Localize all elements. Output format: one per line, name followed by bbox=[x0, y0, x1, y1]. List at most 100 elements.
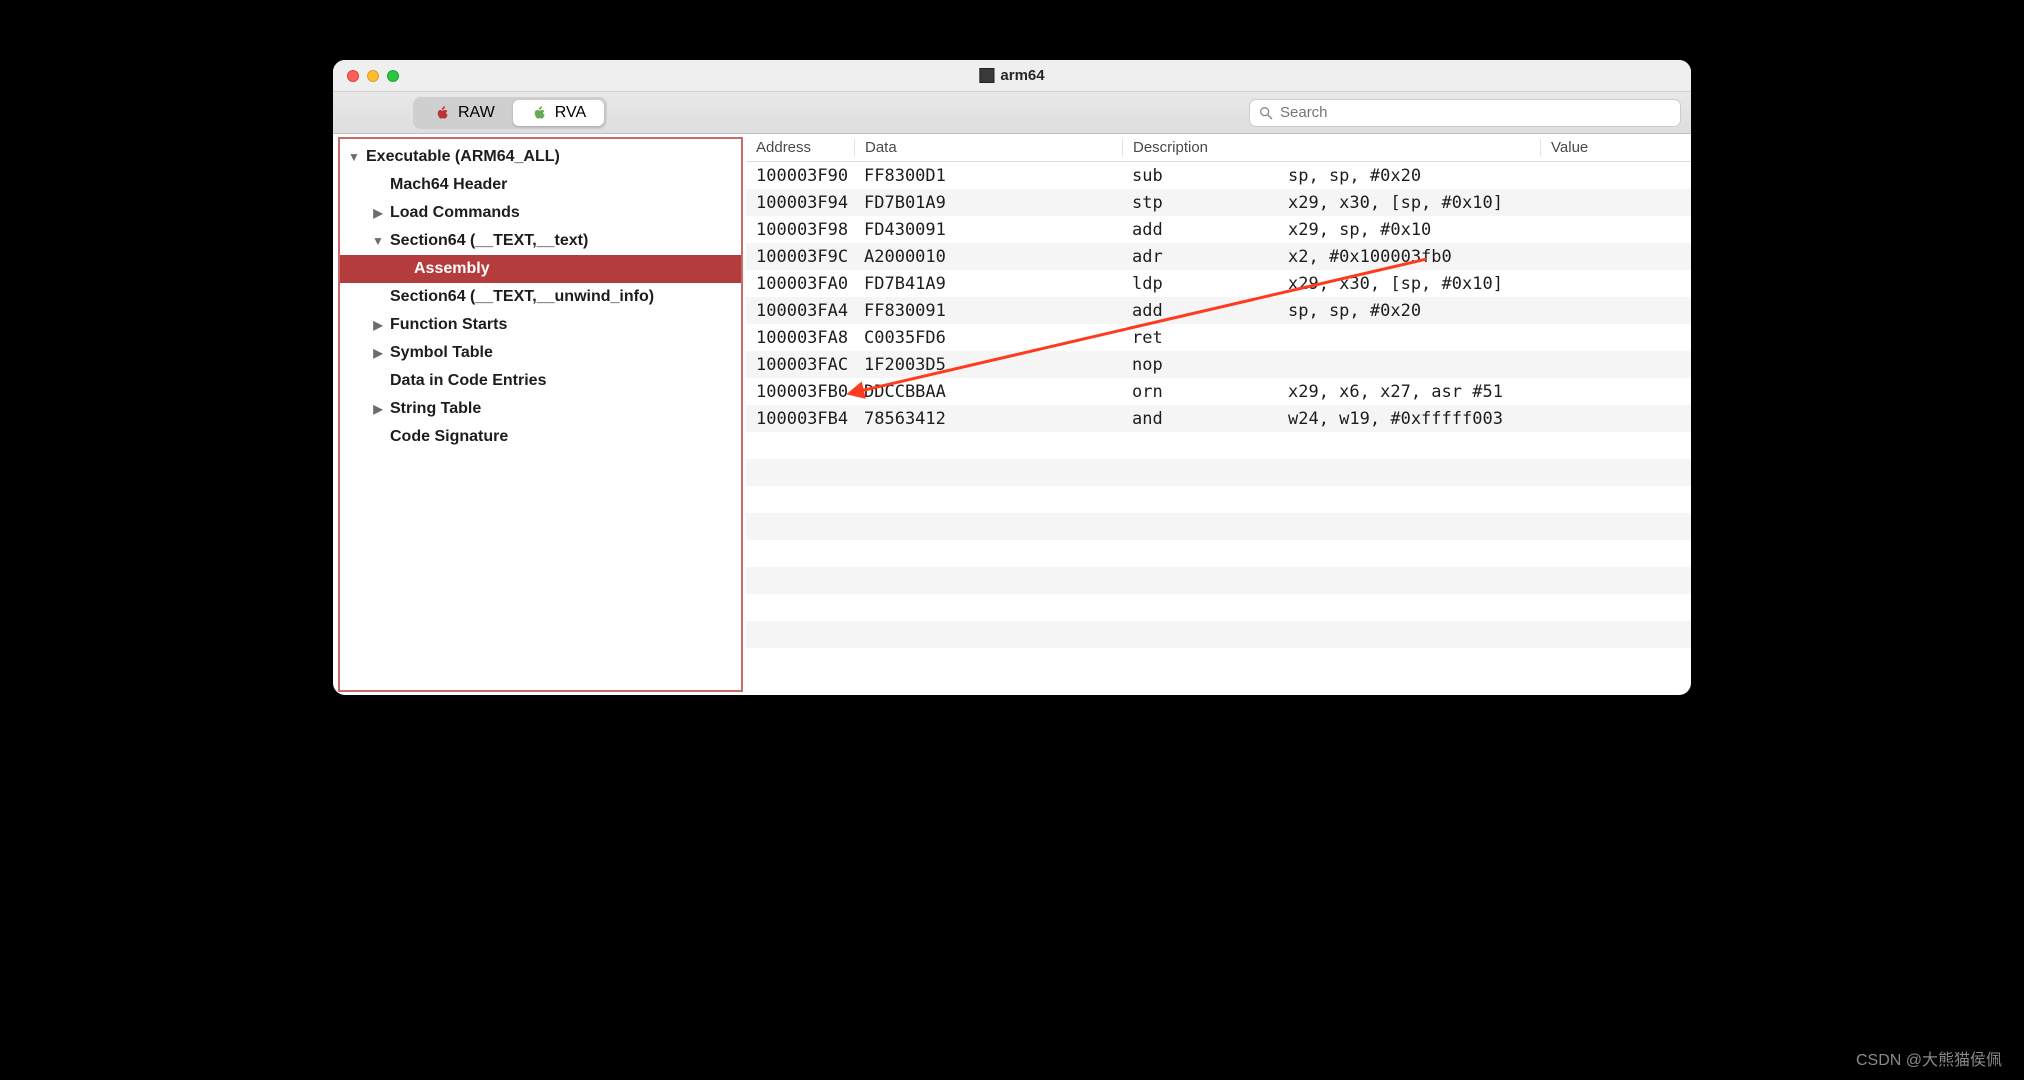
cell-value: sp, sp, #0x20 bbox=[1278, 301, 1691, 321]
tree-item-label: String Table bbox=[390, 395, 481, 423]
tree-item[interactable]: Data in Code Entries bbox=[340, 367, 741, 395]
chevron-down-icon: ▼ bbox=[348, 147, 360, 168]
table-row-empty bbox=[746, 486, 1691, 513]
sidebar-tree[interactable]: ▼Executable (ARM64_ALL)Mach64 Header ▶ Loa… bbox=[338, 137, 743, 692]
cell-value: x29, x30, [sp, #0x10] bbox=[1278, 193, 1691, 213]
tree-item-label: Mach64 Header bbox=[390, 171, 507, 199]
address-mode-segment: RAW RVA bbox=[413, 97, 607, 129]
search-icon bbox=[1258, 105, 1274, 121]
cell-data: A2000010 bbox=[854, 247, 1122, 267]
cell-description: nop bbox=[1122, 355, 1278, 375]
chevron-down-icon: ▼ bbox=[372, 231, 384, 252]
table-row-empty bbox=[746, 459, 1691, 486]
cell-data: FD430091 bbox=[854, 220, 1122, 240]
tree-item-label: Section64 (__TEXT,__unwind_info) bbox=[390, 283, 654, 311]
disassembly-rows[interactable]: 100003F90FF8300D1subsp, sp, #0x20100003F… bbox=[746, 162, 1691, 695]
cell-address: 100003FA0 bbox=[746, 274, 854, 294]
cell-value: x2, #0x100003fb0 bbox=[1278, 247, 1691, 267]
segment-raw-label: RAW bbox=[458, 104, 495, 122]
table-row[interactable]: 100003FB478563412andw24, w19, #0xfffff00… bbox=[746, 405, 1691, 432]
main-panel: Address Data Description Value 100003F90… bbox=[746, 134, 1691, 695]
cell-data: FD7B41A9 bbox=[854, 274, 1122, 294]
cell-data: 78563412 bbox=[854, 409, 1122, 429]
table-row[interactable]: 100003F94FD7B01A9stpx29, x30, [sp, #0x10… bbox=[746, 189, 1691, 216]
cell-description: add bbox=[1122, 301, 1278, 321]
window-title-text: arm64 bbox=[1000, 67, 1044, 84]
segment-rva[interactable]: RVA bbox=[513, 100, 604, 126]
cell-description: sub bbox=[1122, 166, 1278, 186]
cell-data: FF8300D1 bbox=[854, 166, 1122, 186]
tree-item[interactable]: ▶ Load Commands bbox=[340, 199, 741, 227]
watermark: CSDN @大熊猫侯佩 bbox=[1856, 1046, 2002, 1070]
table-row-empty bbox=[746, 540, 1691, 567]
tree-item[interactable]: Assembly bbox=[340, 255, 741, 283]
close-icon[interactable] bbox=[347, 70, 359, 82]
segment-raw[interactable]: RAW bbox=[416, 100, 513, 126]
tree-item[interactable]: ▼Executable (ARM64_ALL) bbox=[340, 143, 741, 171]
zoom-icon[interactable] bbox=[387, 70, 399, 82]
column-data[interactable]: Data bbox=[854, 139, 1122, 156]
table-row[interactable]: 100003F9CA2000010adrx2, #0x100003fb0 bbox=[746, 243, 1691, 270]
table-row[interactable]: 100003FA0FD7B41A9ldpx29, x30, [sp, #0x10… bbox=[746, 270, 1691, 297]
app-window: arm64 RAW RVA bbox=[333, 60, 1691, 695]
cell-value: x29, x30, [sp, #0x10] bbox=[1278, 274, 1691, 294]
cell-description: add bbox=[1122, 220, 1278, 240]
cell-value: w24, w19, #0xfffff003 bbox=[1278, 409, 1691, 429]
table-row[interactable]: 100003FB0DDCCBBAAornx29, x6, x27, asr #5… bbox=[746, 378, 1691, 405]
table-row[interactable]: 100003F98FD430091addx29, sp, #0x10 bbox=[746, 216, 1691, 243]
titlebar: arm64 bbox=[333, 60, 1691, 92]
cell-address: 100003FB0 bbox=[746, 382, 854, 402]
column-address[interactable]: Address bbox=[746, 139, 854, 156]
cell-address: 100003FA4 bbox=[746, 301, 854, 321]
tree-item[interactable]: ▶String Table bbox=[340, 395, 741, 423]
tree-item[interactable]: Mach64 Header bbox=[340, 171, 741, 199]
cell-address: 100003F9C bbox=[746, 247, 854, 267]
cell-data: 1F2003D5 bbox=[854, 355, 1122, 375]
chevron-right-icon: ▶ bbox=[372, 315, 384, 336]
cell-data: FD7B01A9 bbox=[854, 193, 1122, 213]
cell-description: adr bbox=[1122, 247, 1278, 267]
column-value[interactable]: Value bbox=[1540, 139, 1691, 156]
minimize-icon[interactable] bbox=[367, 70, 379, 82]
search-field[interactable] bbox=[1249, 99, 1681, 127]
table-row[interactable]: 100003FA8C0035FD6ret bbox=[746, 324, 1691, 351]
table-row[interactable]: 100003F90FF8300D1subsp, sp, #0x20 bbox=[746, 162, 1691, 189]
tree-item[interactable]: Code Signature bbox=[340, 423, 741, 451]
traffic-lights bbox=[347, 70, 399, 82]
cell-address: 100003FB4 bbox=[746, 409, 854, 429]
tree-item-label: Code Signature bbox=[390, 423, 508, 451]
cell-value: sp, sp, #0x20 bbox=[1278, 166, 1691, 186]
window-title: arm64 bbox=[979, 67, 1044, 84]
table-row[interactable]: 100003FA4FF830091addsp, sp, #0x20 bbox=[746, 297, 1691, 324]
table-row[interactable]: 100003FAC1F2003D5nop bbox=[746, 351, 1691, 378]
tree-item-label: Section64 (__TEXT,__text) bbox=[390, 227, 588, 255]
tree-item-label: Assembly bbox=[414, 255, 490, 283]
toolbar: RAW RVA bbox=[333, 92, 1691, 134]
table-row-empty bbox=[746, 621, 1691, 648]
column-description[interactable]: Description bbox=[1122, 139, 1540, 156]
cell-data: C0035FD6 bbox=[854, 328, 1122, 348]
cell-value: x29, sp, #0x10 bbox=[1278, 220, 1691, 240]
cell-value: x29, x6, x27, asr #51 bbox=[1278, 382, 1691, 402]
cell-address: 100003F94 bbox=[746, 193, 854, 213]
search-input[interactable] bbox=[1280, 104, 1672, 121]
chevron-right-icon: ▶ bbox=[372, 343, 384, 364]
cell-address: 100003F98 bbox=[746, 220, 854, 240]
tree-item[interactable]: ▶Function Starts bbox=[340, 311, 741, 339]
tree-item-label: Symbol Table bbox=[390, 339, 493, 367]
table-row-empty bbox=[746, 567, 1691, 594]
tree-item[interactable]: ▶ Symbol Table bbox=[340, 339, 741, 367]
table-row-empty bbox=[746, 432, 1691, 459]
cell-address: 100003F90 bbox=[746, 166, 854, 186]
table-row-empty bbox=[746, 513, 1691, 540]
tree-item[interactable]: Section64 (__TEXT,__unwind_info) bbox=[340, 283, 741, 311]
tree-item[interactable]: ▼ Section64 (__TEXT,__text) bbox=[340, 227, 741, 255]
tree-item-label: Load Commands bbox=[390, 199, 520, 227]
cell-description: orn bbox=[1122, 382, 1278, 402]
segment-rva-label: RVA bbox=[555, 104, 586, 122]
cell-description: ret bbox=[1122, 328, 1278, 348]
apple-icon bbox=[434, 104, 452, 122]
tree-item-label: Data in Code Entries bbox=[390, 367, 546, 395]
chevron-right-icon: ▶ bbox=[372, 203, 384, 224]
binary-file-icon bbox=[979, 68, 994, 83]
